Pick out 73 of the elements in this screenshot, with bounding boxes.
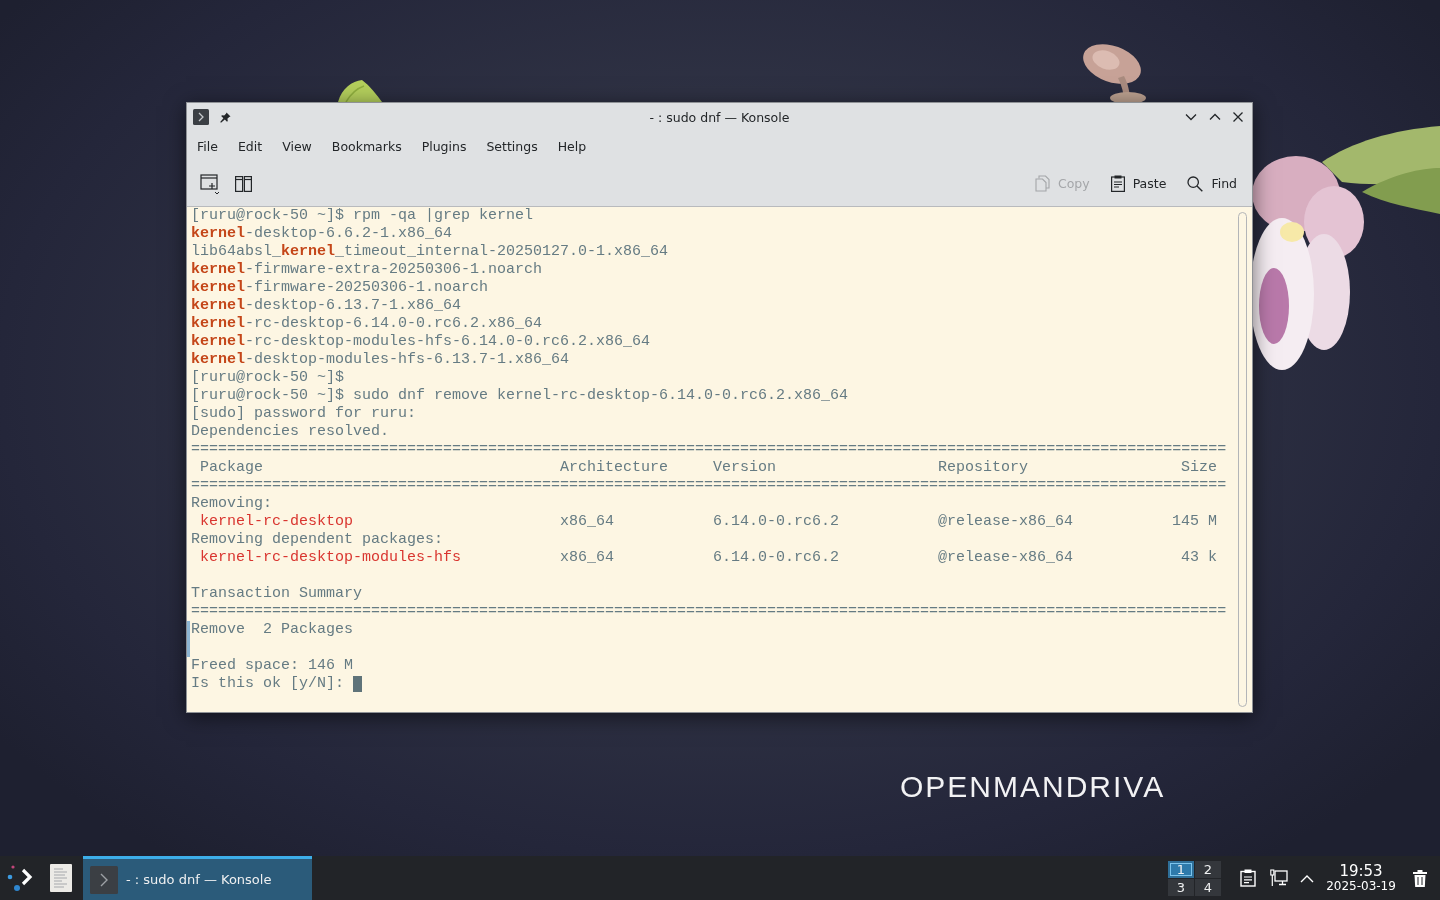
clipboard-icon[interactable] <box>1240 869 1256 887</box>
table-header-cell-text: Package <box>199 459 264 477</box>
paste-button[interactable]: Paste <box>1104 170 1173 197</box>
chevron-up-icon[interactable] <box>1209 111 1221 123</box>
terminal-icon[interactable] <box>193 109 209 125</box>
taskbar-task-button[interactable]: - : sudo dnf — Konsole <box>83 856 312 900</box>
terminal-line: [ruru@rock-50 ~]$ rpm -qa |grep kernel <box>190 207 535 225</box>
clipboard-icon <box>1110 175 1125 192</box>
menu-item[interactable]: Settings <box>476 136 548 156</box>
terminal-line: kernel-desktop-6.13.7-1.x86_64 <box>190 297 463 315</box>
separator-line: =================================================================================================================== <box>190 603 1228 621</box>
terminal-line: kernel-rc-desktop-6.14.0-0.rc6.2.x86_64 <box>190 315 544 333</box>
search-icon <box>1187 175 1204 192</box>
terminal-line: kernel-desktop-6.6.2-1.x86_64 <box>190 225 454 243</box>
leaf-drawing <box>338 80 382 102</box>
terminal-line: kernel-desktop-modules-hfs-6.13.7-1.x86_64 <box>190 351 571 369</box>
monitor-icon[interactable] <box>1270 869 1288 887</box>
separator-line: =================================================================================================================== <box>190 477 1228 495</box>
workspace-button[interactable]: 3 <box>1168 878 1194 896</box>
menu-item[interactable]: File <box>187 136 228 156</box>
chevron-down-icon[interactable] <box>1185 111 1197 123</box>
find-button[interactable]: Find <box>1181 170 1243 197</box>
window-title: - : sudo dnf — Konsole <box>649 109 790 125</box>
terminal-line: lib64absl_kernel_timeout_internal-20250127.0-1.x86_64 <box>190 243 670 261</box>
menu-item[interactable]: Edit <box>227 136 273 156</box>
table-header-cell-text: Architecture <box>560 459 670 477</box>
terminal-line: Is this ok [y/N]: <box>191 675 345 693</box>
logo-wordmark: OPENMANDRIVA <box>900 769 1166 805</box>
terminal-line: Freed space: 146 M <box>190 657 355 675</box>
menu-item[interactable]: Plugins <box>411 136 477 156</box>
table-cell-text: kernel-rc-desktop <box>199 513 355 531</box>
table-cell-text: 43 k <box>1180 549 1218 567</box>
terminal-line: kernel-firmware-extra-20250306-1.noarch <box>190 261 544 279</box>
terminal-line: Removing dependent packages: <box>190 531 445 549</box>
table-cell-text: kernel-rc-desktop-modules-hfs <box>199 549 463 567</box>
split-view-icon[interactable] <box>235 175 252 192</box>
copy-icon <box>1034 175 1050 192</box>
terminal-line: Transaction Summary <box>190 585 364 603</box>
caret-up-icon[interactable] <box>1300 873 1314 883</box>
clock-date[interactable]: 2025-03-19 <box>1326 879 1396 893</box>
table-cell-text: @release-x86_64 <box>938 549 1075 567</box>
menu-item[interactable]: Bookmarks <box>321 136 412 156</box>
terminal-line: Removing: <box>190 495 273 513</box>
clock-time[interactable]: 19:53 <box>1339 863 1383 879</box>
table-cell-text: 145 M <box>1171 513 1218 531</box>
close-icon[interactable] <box>1233 112 1243 122</box>
terminal-line: kernel-rc-desktop-modules-hfs-6.14.0-0.rc6.2.x86_64 <box>190 333 652 351</box>
new-tab-icon[interactable] <box>200 172 221 195</box>
workspace-button[interactable]: 1 <box>1168 860 1194 878</box>
terminal-line: [sudo] password for ruru: <box>190 405 418 423</box>
terminal-line: [ruru@rock-50 ~]$ sudo dnf remove kernel-rc-desktop-6.14.0-0.rc6.2.x86_64 <box>190 387 850 405</box>
table-cell-text: @release-x86_64 <box>938 513 1075 531</box>
text-cursor <box>353 676 363 692</box>
terminal-line: [ruru@rock-50 ~]$ <box>190 369 346 387</box>
pin-icon[interactable] <box>220 111 231 123</box>
terminal-line: kernel-firmware-20250306-1.noarch <box>190 279 490 297</box>
menu-item[interactable]: View <box>272 136 322 156</box>
table-cell-text: x86_64 <box>560 549 616 567</box>
table-header-cell-text: Version <box>713 459 778 477</box>
terminal-area[interactable] <box>187 206 1252 712</box>
workspace-button[interactable]: 2 <box>1195 860 1221 878</box>
table-header-cell-text: Size <box>1180 459 1218 477</box>
table-cell-text: 6.14.0-0.rc6.2 <box>713 549 841 567</box>
terminal-line: Remove 2 Packages <box>190 621 355 639</box>
workspace-button[interactable]: 4 <box>1195 878 1221 896</box>
table-cell-text: 6.14.0-0.rc6.2 <box>713 513 841 531</box>
table-cell-text: x86_64 <box>560 513 616 531</box>
terminal-line: Dependencies resolved. <box>190 423 391 441</box>
trash-icon[interactable] <box>1413 869 1427 887</box>
menu-item[interactable]: Help <box>547 136 597 156</box>
terminal-icon <box>90 865 118 894</box>
separator-line: =================================================================================================================== <box>190 441 1228 459</box>
table-header-cell-text: Repository <box>938 459 1030 477</box>
